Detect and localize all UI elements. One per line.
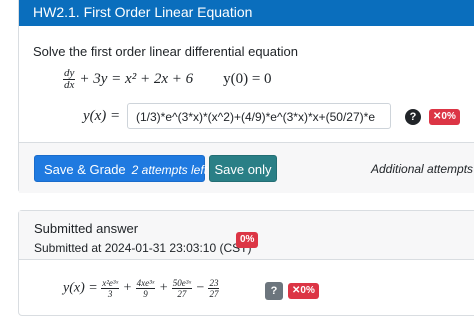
answer-label: y(x) = — [83, 108, 121, 124]
submission-card: Submitted answer Submitted at 2024-01-31… — [18, 210, 474, 316]
derivative-fraction: dy dx — [63, 67, 76, 91]
submission-header: Submitted answer Submitted at 2024-01-31… — [19, 211, 474, 260]
submission-help-icon[interactable]: ? — [265, 282, 283, 300]
answer-row: y(x) = (1/3)*e^(3*x)*(x^2)+(4/9)*e^(3*x)… — [33, 103, 474, 131]
submission-timestamp: Submitted at 2024-01-31 23:03:10 (CST) — [34, 241, 252, 255]
question-prompt: Solve the first order linear differentia… — [33, 44, 298, 59]
score-badge: ✕0% — [429, 109, 460, 125]
submitted-answer: y(x) = x²e³ˣ 3 + 4xe³ˣ 9 + 50e³ˣ 27 − 23 27 — [63, 278, 220, 299]
question-title: HW2.1. First Order Linear Equation — [33, 4, 253, 20]
help-icon[interactable]: ? — [405, 109, 421, 125]
ode-rhs: + 3y = x² + 2x + 6 — [79, 71, 194, 87]
answer-input[interactable]: (1/3)*e^(3*x)*(x^2)+(4/9)*e^(3*x)*x+(50/… — [127, 103, 391, 129]
term-4: 23 27 — [208, 278, 220, 299]
save-only-button[interactable]: Save only — [209, 155, 277, 182]
term-2: 4xe³ˣ 9 — [135, 278, 156, 299]
attempts-left: 2 attempts left — [131, 163, 208, 177]
submission-title: Submitted answer — [34, 221, 139, 236]
submission-score-badge: 0% — [236, 232, 259, 248]
submission-result-badge: ✕0% — [288, 283, 319, 299]
submitted-answer-label: y(x) = — [63, 280, 98, 296]
term-3: 50e³ˣ 27 — [171, 278, 193, 299]
additional-attempts-text: Additional attempts a — [371, 162, 474, 176]
initial-condition: y(0) = 0 — [223, 71, 272, 87]
term-1: x²e³ˣ 3 — [101, 278, 120, 299]
save-grade-label: Save & Grade — [44, 162, 126, 177]
ode-equation: dy dx + 3y = x² + 2x + 6 y(0) = 0 — [63, 68, 272, 98]
save-grade-button[interactable]: Save & Grade 2 attempts left — [34, 155, 208, 182]
question-header: HW2.1. First Order Linear Equation — [19, 0, 474, 26]
